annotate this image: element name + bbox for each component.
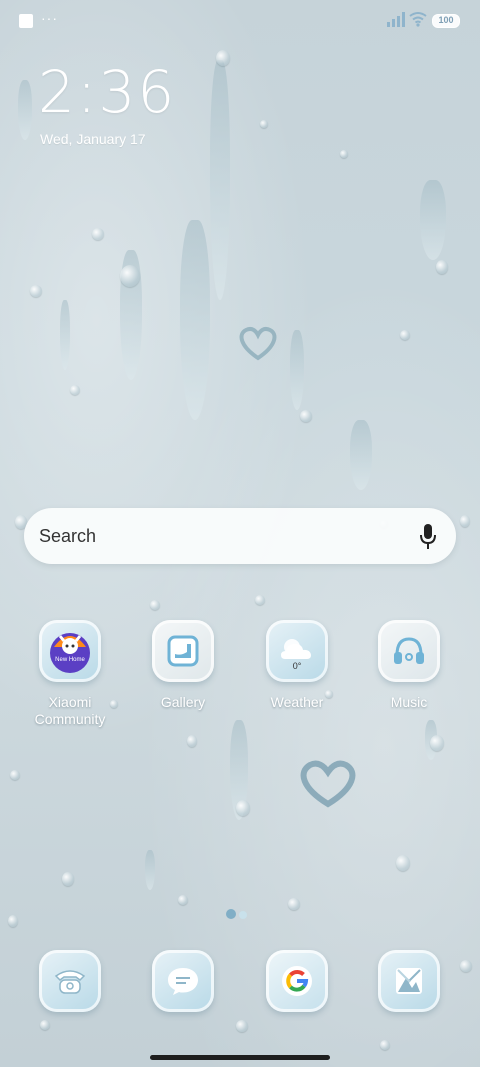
google-icon	[266, 950, 328, 1012]
app-label: Weather	[270, 694, 324, 710]
app-xiaomi-community[interactable]: New Home Xiaomi Community	[22, 620, 118, 728]
page-dot[interactable]	[239, 911, 247, 919]
signal-icon	[387, 12, 405, 27]
phone-icon	[39, 950, 101, 1012]
notification-square-icon	[19, 14, 33, 28]
dock-phone[interactable]	[22, 950, 118, 1012]
page-indicator[interactable]	[226, 906, 250, 924]
xiaomi-community-icon: New Home	[39, 620, 101, 682]
gallery-icon	[152, 620, 214, 682]
clock-time[interactable]: 2:36	[38, 58, 176, 126]
page-dot-active[interactable]	[226, 909, 236, 919]
notification-more-icon: ···	[41, 10, 58, 26]
gallery-camera-icon	[378, 950, 440, 1012]
heart-drawing-icon	[300, 760, 356, 808]
app-weather[interactable]: 0° Weather	[249, 620, 345, 711]
weather-icon: 0°	[266, 620, 328, 682]
music-headphones-icon	[378, 620, 440, 682]
app-music[interactable]: Music	[361, 620, 457, 711]
messages-icon	[152, 950, 214, 1012]
app-label: Xiaomi Community	[34, 694, 106, 727]
xiaomi-badge-text: New Home	[55, 657, 85, 663]
microphone-icon[interactable]	[420, 524, 436, 550]
app-gallery[interactable]: Gallery	[135, 620, 231, 711]
dock-google[interactable]	[249, 950, 345, 1012]
app-label: Music	[390, 694, 428, 710]
status-bar: ··· 100	[0, 0, 480, 40]
dock-messages[interactable]	[135, 950, 231, 1012]
battery-icon: 100	[432, 14, 460, 28]
home-gesture-bar[interactable]	[150, 1055, 330, 1060]
weather-temp: 0°	[293, 661, 302, 671]
search-label: Search	[39, 526, 97, 546]
wifi-icon	[409, 12, 427, 27]
clock-date[interactable]: Wed, January 17	[40, 131, 146, 147]
search-bar[interactable]: Search	[24, 508, 456, 564]
heart-drawing-icon	[239, 326, 277, 361]
dock-gallery-camera[interactable]	[361, 950, 457, 1012]
app-label: Gallery	[160, 694, 206, 710]
